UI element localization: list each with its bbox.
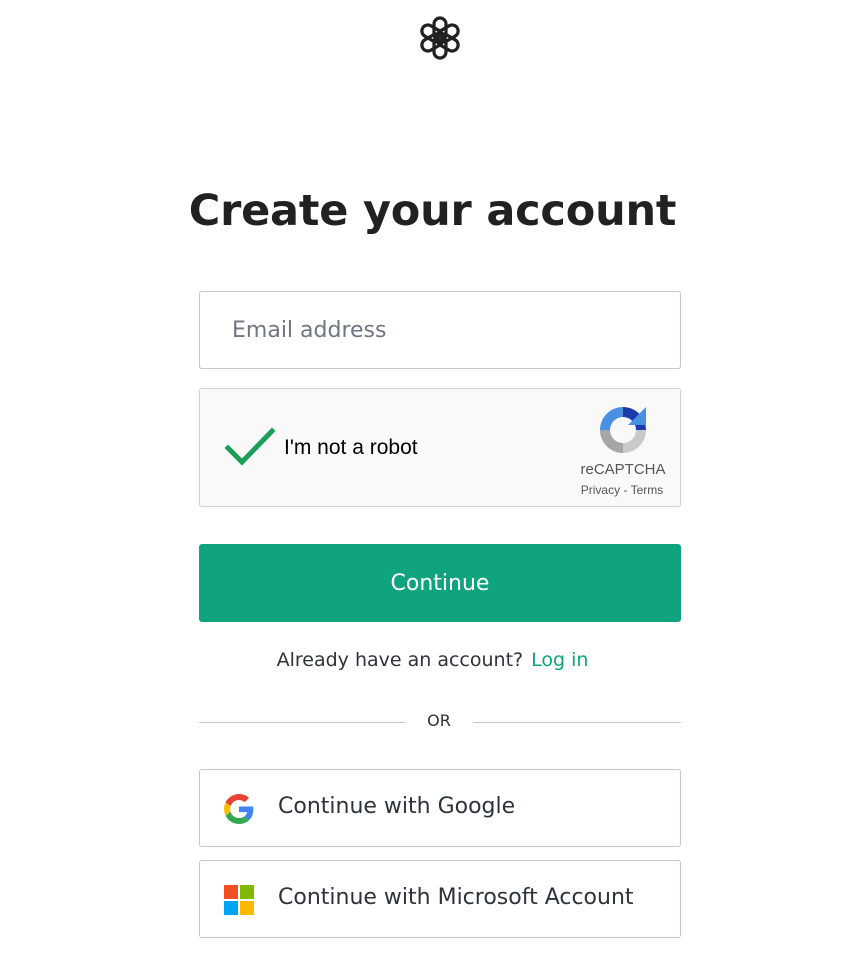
page-title: Create your account <box>188 186 677 236</box>
continue-with-microsoft-button[interactable]: Continue with Microsoft Account <box>199 860 681 938</box>
divider-or-text: OR <box>427 711 451 730</box>
google-button-label: Continue with Google <box>278 794 516 819</box>
recaptcha-brand: reCAPTCHA <box>580 461 666 478</box>
recaptcha-separator: - <box>623 483 628 497</box>
google-icon <box>224 794 254 824</box>
recaptcha-terms-link[interactable]: Terms <box>631 483 664 497</box>
microsoft-button-label: Continue with Microsoft Account <box>278 885 634 910</box>
signup-page: Create your account I'm not a robot reCA… <box>0 0 865 953</box>
recaptcha-links: Privacy - Terms <box>562 483 682 497</box>
recaptcha-logo-icon <box>600 407 646 453</box>
recaptcha-widget: I'm not a robot reCAPTCHA Privacy - Term… <box>199 388 681 507</box>
recaptcha-label: I'm not a robot <box>284 436 418 459</box>
microsoft-icon <box>224 885 254 915</box>
continue-with-google-button[interactable]: Continue with Google <box>199 769 681 847</box>
continue-button[interactable]: Continue <box>199 544 681 622</box>
divider-line-left <box>199 722 405 723</box>
login-link[interactable]: Log in <box>531 649 588 671</box>
login-prompt-text: Already have an account? <box>276 649 524 671</box>
login-prompt-row: Already have an account? Log in <box>0 649 865 671</box>
recaptcha-privacy-link[interactable]: Privacy <box>581 483 620 497</box>
divider-line-right <box>473 722 681 723</box>
checkmark-icon[interactable] <box>224 425 276 469</box>
openai-logo-icon <box>420 16 460 60</box>
email-input[interactable] <box>199 291 681 369</box>
